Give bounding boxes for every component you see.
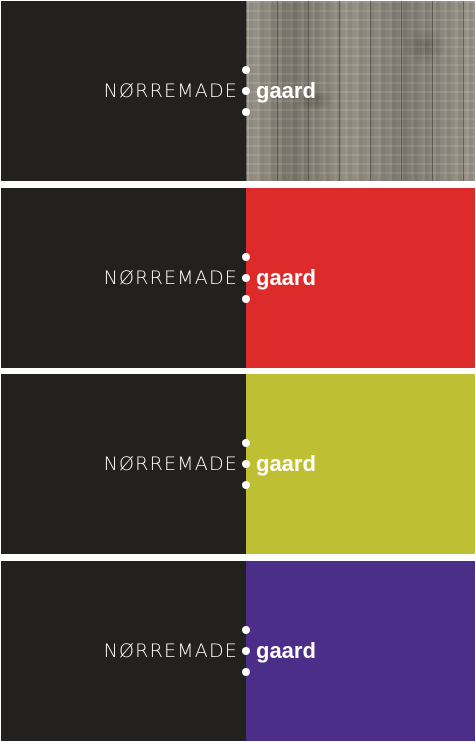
brand-panel-wood: NØRREMADE gaard [1, 1, 475, 181]
dot [242, 108, 250, 116]
dot [242, 460, 250, 468]
dot [242, 668, 250, 676]
dots-divider [242, 439, 250, 489]
brand-wordmark-left: NØRREMADE [103, 640, 238, 662]
dot [242, 87, 250, 95]
brand-wordmark-right: gaard [256, 451, 316, 476]
brand-wordmark-right: gaard [256, 78, 316, 103]
color-swatch: gaard [246, 188, 475, 368]
dot [242, 274, 250, 282]
dot [242, 647, 250, 655]
brand-panel-lime: NØRREMADE gaard [1, 374, 475, 554]
dot [242, 481, 250, 489]
dark-half: NØRREMADE [1, 561, 246, 741]
dot [242, 295, 250, 303]
dot [242, 439, 250, 447]
dot [242, 66, 250, 74]
brand-wordmark-right: gaard [256, 265, 316, 290]
color-swatch: gaard [246, 374, 475, 554]
dark-half: NØRREMADE [1, 1, 246, 181]
dark-half: NØRREMADE [1, 188, 246, 368]
brand-wordmark-left: NØRREMADE [103, 80, 238, 102]
color-swatch: gaard [246, 561, 475, 741]
brand-wordmark-right: gaard [256, 638, 316, 663]
dots-divider [242, 66, 250, 116]
dark-half: NØRREMADE [1, 374, 246, 554]
brand-panel-red: NØRREMADE gaard [1, 188, 475, 368]
brand-wordmark-left: NØRREMADE [103, 453, 238, 475]
dots-divider [242, 626, 250, 676]
color-swatch: gaard [246, 1, 475, 181]
dot [242, 626, 250, 634]
dots-divider [242, 253, 250, 303]
brand-wordmark-left: NØRREMADE [103, 267, 238, 289]
dot [242, 253, 250, 261]
brand-panel-purple: NØRREMADE gaard [1, 561, 475, 741]
